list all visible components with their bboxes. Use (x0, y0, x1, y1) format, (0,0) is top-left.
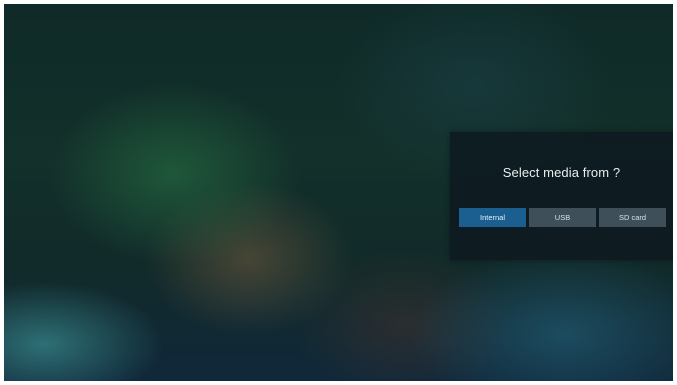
internal-button[interactable]: Internal (459, 208, 526, 227)
select-media-dialog: Select media from ? Internal USB SD card (450, 132, 673, 260)
blurred-background: Select media from ? Internal USB SD card (4, 4, 673, 381)
dialog-title: Select media from ? (502, 165, 621, 180)
usb-button[interactable]: USB (529, 208, 596, 227)
sd-card-button[interactable]: SD card (599, 208, 666, 227)
media-source-options: Internal USB SD card (459, 208, 666, 227)
